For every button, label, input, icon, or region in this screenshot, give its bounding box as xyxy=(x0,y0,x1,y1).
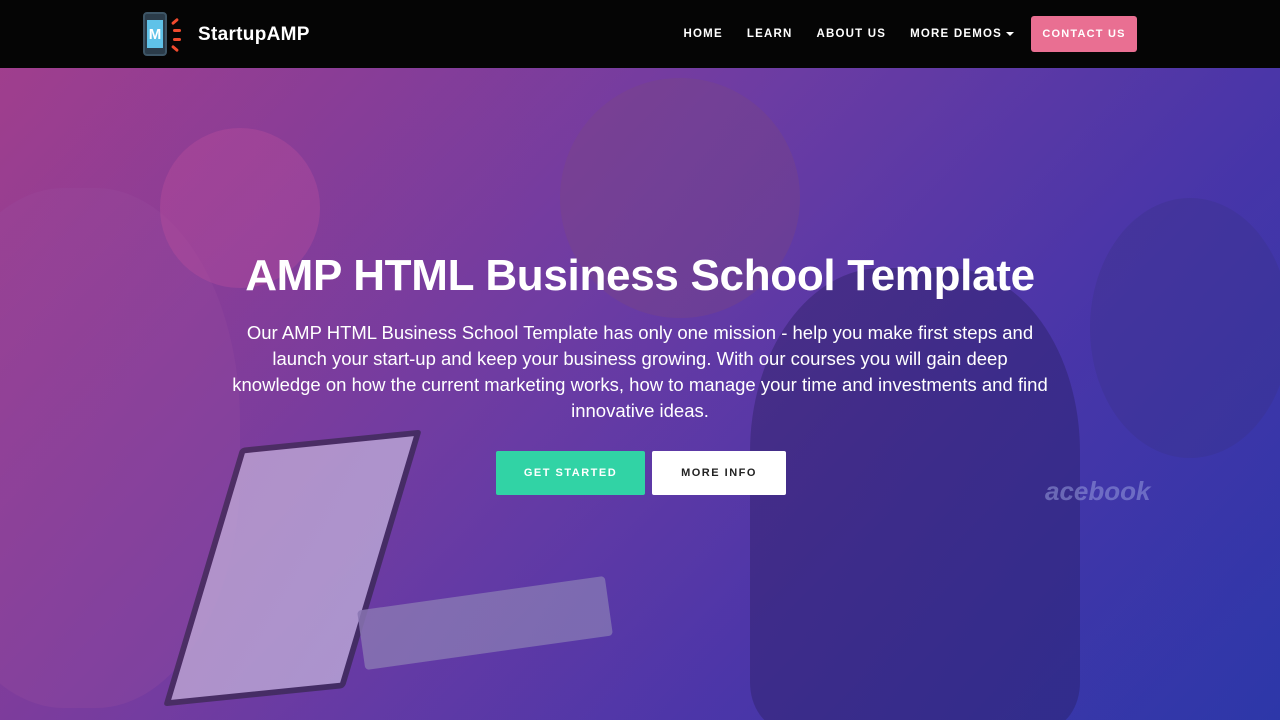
nav-more-demos[interactable]: MORE DEMOS xyxy=(910,28,1014,40)
hero-title: AMP HTML Business School Template xyxy=(245,251,1035,300)
contact-us-button[interactable]: CONTACT US xyxy=(1031,16,1137,52)
hero-section: acebook AMP HTML Business School Templat… xyxy=(0,68,1280,720)
phone-logo-icon: M xyxy=(142,12,184,56)
brand-link[interactable]: M StartupAMP xyxy=(142,12,310,56)
more-info-button[interactable]: MORE INFO xyxy=(652,451,786,495)
brand-name: StartupAMP xyxy=(198,24,310,45)
navbar: M StartupAMP HOME LEARN ABOUT US MORE DE… xyxy=(0,0,1280,68)
get-started-button[interactable]: GET STARTED xyxy=(496,451,645,495)
nav-learn[interactable]: LEARN xyxy=(747,28,793,40)
logo-letter: M xyxy=(147,20,163,48)
nav-home[interactable]: HOME xyxy=(684,28,723,40)
caret-down-icon xyxy=(1006,32,1014,36)
hero-description: Our AMP HTML Business School Template ha… xyxy=(232,322,1048,421)
main-nav: HOME LEARN ABOUT US MORE DEMOS CONTACT U… xyxy=(660,0,1137,68)
nav-more-demos-label: MORE DEMOS xyxy=(910,28,1002,40)
nav-about-us[interactable]: ABOUT US xyxy=(816,28,886,40)
